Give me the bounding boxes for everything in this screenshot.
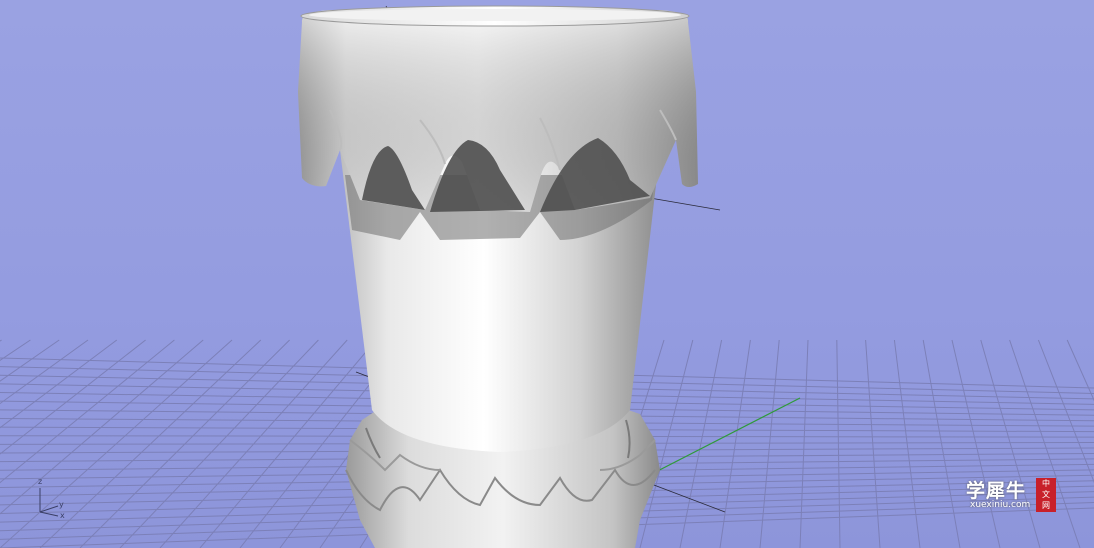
grid-line bbox=[922, 339, 961, 548]
upper-collar bbox=[298, 5, 698, 212]
grid-line bbox=[980, 339, 1041, 548]
rhino-perspective-viewport[interactable]: z y x 学犀牛 xuexiniu.com 中 文 网 bbox=[0, 0, 1094, 548]
grid-line bbox=[836, 339, 841, 548]
grid-line bbox=[1066, 339, 1094, 402]
axis-label-x: x bbox=[60, 511, 65, 520]
watermark-main-text: 学犀牛 bbox=[966, 480, 1027, 502]
seal-char: 网 bbox=[1042, 501, 1050, 510]
watermark-seal: 中 文 网 bbox=[1036, 478, 1056, 512]
seal-char: 文 bbox=[1042, 490, 1050, 499]
grid-line bbox=[951, 339, 1001, 548]
grid-line bbox=[893, 339, 921, 548]
grid-line bbox=[799, 339, 809, 548]
3d-scene: z y x bbox=[0, 5, 1094, 548]
axis-triad-icon: z y x bbox=[38, 477, 65, 520]
guide-line bbox=[649, 197, 721, 211]
grid-line bbox=[865, 339, 881, 548]
site-watermark-logo: 学犀牛 xuexiniu.com 中 文 网 bbox=[962, 474, 1062, 516]
grid-line bbox=[1009, 339, 1081, 548]
axis-label-z: z bbox=[38, 477, 42, 486]
seal-char: 中 bbox=[1042, 479, 1050, 488]
watermark-url-text: xuexiniu.com bbox=[970, 500, 1031, 510]
grid-line bbox=[679, 339, 723, 548]
grid-line bbox=[1037, 339, 1094, 484]
grid-line bbox=[719, 339, 751, 548]
axis-label-y: y bbox=[59, 500, 64, 509]
grid-line bbox=[759, 339, 780, 548]
